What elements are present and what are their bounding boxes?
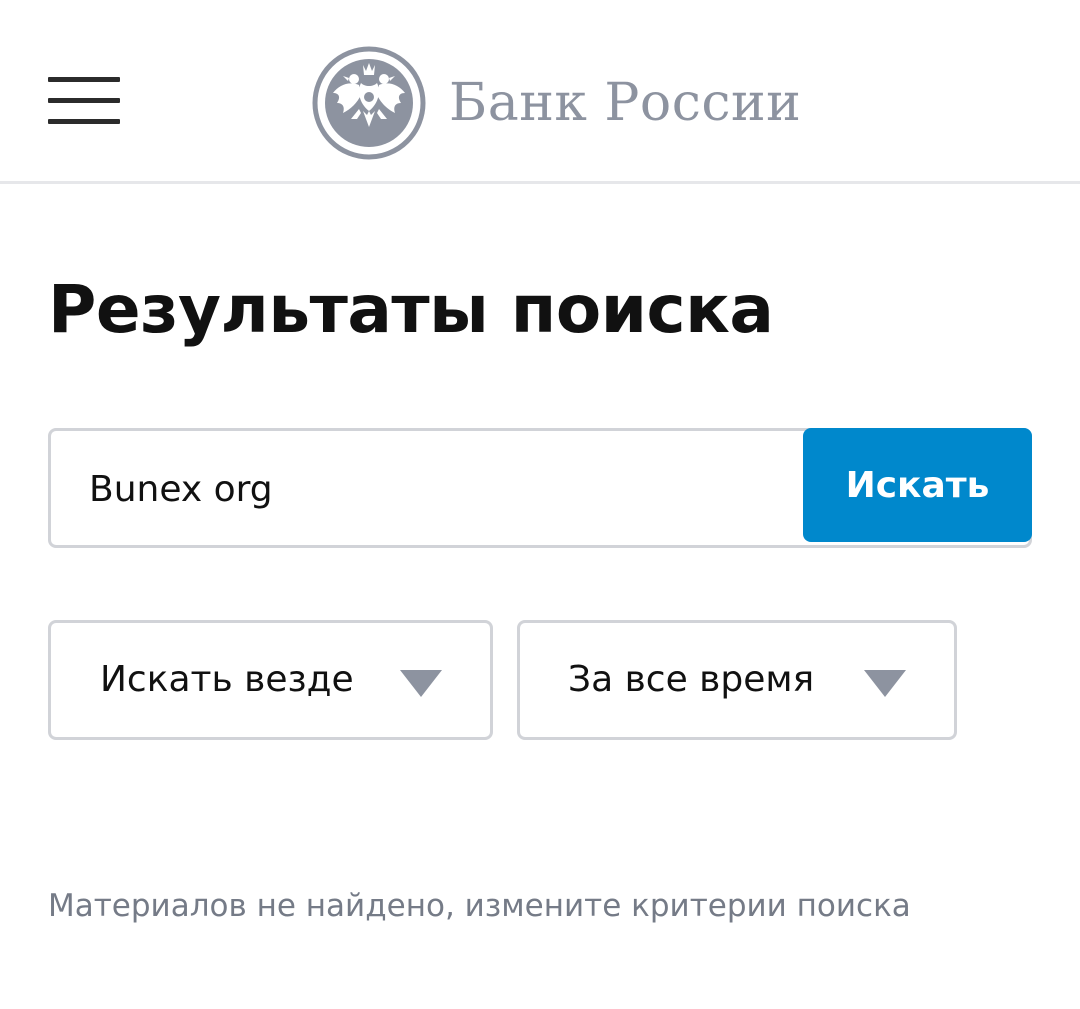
menu-line xyxy=(48,119,120,124)
site-header: Банк России xyxy=(0,0,1080,184)
logo-text: Банк России xyxy=(449,73,802,133)
search-scope-select[interactable]: Искать везде xyxy=(48,620,493,740)
triangle-down-icon xyxy=(864,670,906,697)
menu-line xyxy=(48,77,120,82)
search-input[interactable] xyxy=(89,455,789,523)
menu-line xyxy=(48,98,120,103)
time-period-select[interactable]: За все время xyxy=(517,620,957,740)
double-headed-eagle-emblem-icon xyxy=(312,46,426,160)
hamburger-menu-icon[interactable] xyxy=(48,77,120,127)
time-period-value: За все время xyxy=(568,659,815,700)
search-scope-value: Искать везде xyxy=(100,659,354,700)
no-results-message: Материалов не найдено, измените критерии… xyxy=(48,888,911,924)
page-title: Результаты поиска xyxy=(48,271,774,348)
triangle-down-icon xyxy=(400,670,442,697)
bank-logo-link[interactable]: Банк России xyxy=(311,44,801,162)
search-button[interactable]: Искать xyxy=(803,428,1032,542)
